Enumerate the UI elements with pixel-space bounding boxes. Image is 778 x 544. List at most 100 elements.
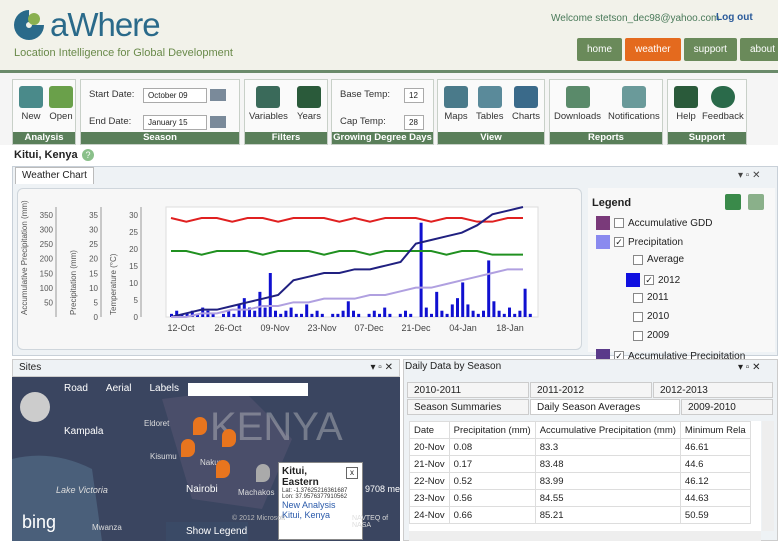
- daily-table-wrap: Date Precipitation (mm) Accumulative Preci…: [409, 421, 761, 531]
- cap-temp-input[interactable]: 28: [404, 115, 424, 130]
- table-row[interactable]: 22-Nov 0.52 83.99 46.12: [409, 472, 751, 490]
- legend-checkbox[interactable]: [633, 330, 643, 341]
- column-header[interactable]: Date: [409, 421, 450, 439]
- map-pin-selected-icon[interactable]: [256, 464, 270, 482]
- tables-button[interactable]: Tables: [476, 86, 503, 122]
- show-legend-button[interactable]: Show Legend: [166, 522, 248, 541]
- legend-item[interactable]: 2011: [633, 292, 669, 303]
- map-labels-button[interactable]: Labels: [149, 383, 178, 394]
- nav-about[interactable]: about: [739, 38, 778, 61]
- precip-bar: [388, 313, 392, 317]
- panel-controls-icon[interactable]: ▾ ▫ ✕: [738, 170, 761, 181]
- subtab[interactable]: Season Summaries: [407, 399, 529, 415]
- legend-checkbox[interactable]: [633, 311, 643, 322]
- nav-home[interactable]: home: [577, 38, 623, 61]
- close-icon[interactable]: x: [346, 467, 358, 479]
- subtab-active[interactable]: Daily Season Averages: [530, 399, 680, 415]
- season-tab[interactable]: 2012-2013: [653, 382, 773, 398]
- new-analysis-link[interactable]: New Analysis: [282, 500, 359, 510]
- legend-item[interactable]: 2009: [633, 330, 669, 341]
- nav-weather[interactable]: weather: [625, 38, 681, 61]
- table-scrollbar[interactable]: [762, 421, 774, 531]
- sites-title: Sites: [19, 362, 42, 373]
- open-button[interactable]: Open: [49, 86, 73, 122]
- panel-controls-icon[interactable]: ▾ ▫ ✕: [371, 360, 394, 376]
- y-tick-label: 15: [129, 262, 138, 271]
- map-search-input[interactable]: [188, 383, 308, 396]
- main-nav: home weather support about: [577, 38, 778, 61]
- legend-label: Average: [647, 254, 685, 265]
- variables-button[interactable]: Variables: [249, 86, 288, 122]
- charts-button[interactable]: Charts: [512, 86, 540, 122]
- logo-text[interactable]: aWhere: [50, 6, 161, 44]
- season-tab[interactable]: 2010-2011: [407, 382, 529, 398]
- legend-item[interactable]: 2010: [633, 311, 669, 322]
- panel-controls-icon[interactable]: ▾ ▫ ✕: [738, 362, 761, 373]
- popup-place-link[interactable]: Kitui, Kenya: [282, 510, 359, 520]
- legend-item[interactable]: ✓ Precipitation: [596, 235, 683, 249]
- table-cell: 0.52: [448, 472, 536, 490]
- base-temp-input[interactable]: 12: [404, 88, 424, 103]
- filters-title: Filters: [245, 132, 327, 144]
- logout-link[interactable]: Log out: [716, 12, 753, 23]
- calendar-icon[interactable]: [210, 116, 226, 128]
- years-button[interactable]: Years: [297, 86, 321, 122]
- season-group: Start Date: October 09 End Date: January…: [80, 79, 240, 145]
- table-cell: 83.99: [534, 472, 681, 490]
- legend-checkbox[interactable]: ✓: [644, 275, 654, 285]
- subtab[interactable]: 2009-2010: [681, 399, 773, 415]
- column-header[interactable]: Precipitation (mm): [448, 421, 536, 439]
- column-header[interactable]: Accumulative Precipitation (mm): [534, 421, 681, 439]
- downloads-button[interactable]: Downloads: [554, 86, 601, 122]
- map-pin-icon[interactable]: [193, 417, 207, 435]
- map-pin-icon[interactable]: [216, 460, 230, 478]
- grid-icon[interactable]: [748, 194, 764, 210]
- search-icon[interactable]: ⌕: [294, 382, 308, 396]
- globe-icon: [444, 86, 468, 108]
- location-help-icon[interactable]: ?: [82, 149, 94, 161]
- y-tick-label: 250: [40, 240, 54, 249]
- start-date-label: Start Date:: [89, 89, 135, 100]
- nav-support[interactable]: support: [683, 38, 737, 61]
- notifications-label: Notifications: [608, 111, 660, 122]
- legend-item[interactable]: ✓ 2012: [626, 273, 680, 287]
- column-header[interactable]: Minimum Rela: [679, 421, 751, 439]
- table-hscrollbar[interactable]: [409, 531, 761, 541]
- precip-bar: [352, 310, 355, 317]
- table-row[interactable]: 24-Nov 0.66 85.21 50.59: [409, 506, 751, 524]
- variables-label: Variables: [249, 111, 288, 122]
- legend-item[interactable]: Average: [633, 254, 684, 265]
- help-button[interactable]: Help: [674, 86, 698, 122]
- map-pin-icon[interactable]: [222, 429, 236, 447]
- new-button[interactable]: New: [19, 86, 43, 122]
- zoom-icon[interactable]: [725, 194, 741, 210]
- notifications-button[interactable]: Notifications: [608, 86, 660, 122]
- legend-item[interactable]: Accumulative GDD: [596, 216, 712, 230]
- season-tab[interactable]: 2011-2012: [530, 382, 652, 398]
- map-road-button[interactable]: Road: [64, 383, 88, 394]
- legend-checkbox[interactable]: [633, 292, 643, 303]
- table-row[interactable]: 20-Nov 0.08 83.3 46.61: [409, 438, 751, 456]
- calendar-icon[interactable]: [210, 89, 226, 101]
- map-aerial-button[interactable]: Aerial: [106, 383, 132, 394]
- map-pin-icon[interactable]: [181, 439, 195, 457]
- legend-checkbox[interactable]: ✓: [614, 237, 624, 247]
- end-date-input[interactable]: January 15: [143, 115, 207, 130]
- y-tick-label: 15: [89, 269, 98, 278]
- open-icon: [49, 86, 73, 108]
- pan-control-icon[interactable]: [20, 392, 50, 422]
- legend-checkbox[interactable]: [633, 254, 643, 265]
- table-row[interactable]: 23-Nov 0.56 84.55 44.63: [409, 489, 751, 507]
- precip-bar: [518, 310, 522, 317]
- weather-chart-tab[interactable]: Weather Chart: [15, 167, 94, 184]
- weather-chart: 12-Oct 26-Oct 09-Nov 23-Nov 07-Dec 21-Dec 04-J…: [17, 188, 582, 350]
- maps-button[interactable]: Maps: [444, 86, 468, 122]
- list-icon: [256, 86, 281, 108]
- popup-title: Kitui, Eastern: [282, 466, 319, 488]
- feedback-button[interactable]: Feedback: [702, 86, 744, 122]
- table-row[interactable]: 21-Nov 0.17 83.48 44.6: [409, 455, 751, 473]
- map-copyright: © 2012 Microsoft: [232, 515, 286, 522]
- legend-checkbox[interactable]: [614, 218, 624, 228]
- y-tick-label: 0: [134, 313, 139, 322]
- start-date-input[interactable]: October 09: [143, 88, 207, 103]
